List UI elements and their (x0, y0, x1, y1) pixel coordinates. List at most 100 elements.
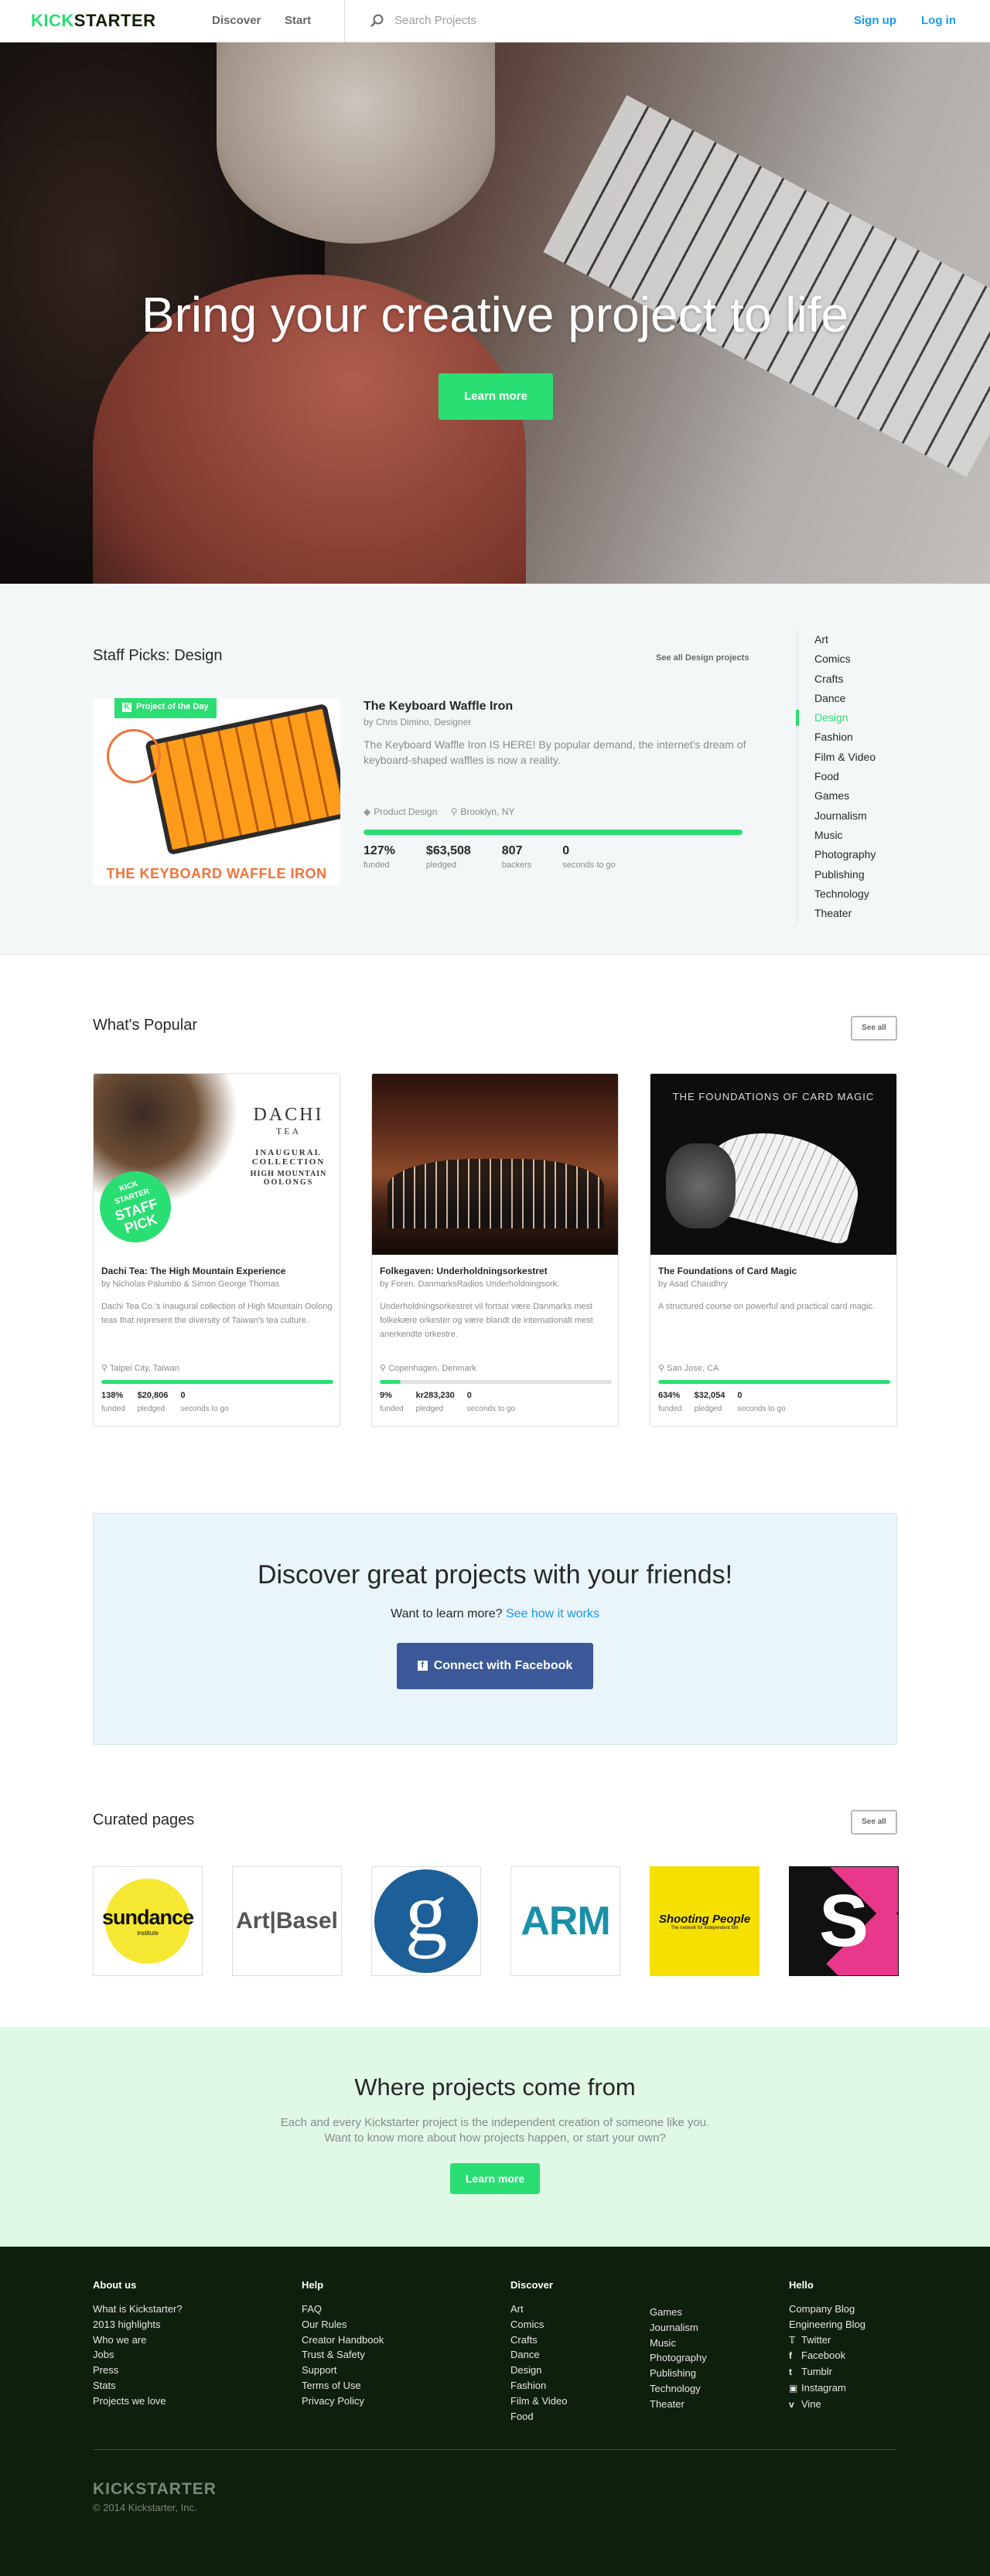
footer-link[interactable]: Projects we love (93, 2394, 183, 2409)
category-item[interactable]: Fashion (814, 727, 928, 747)
category-item[interactable]: Food (814, 767, 928, 786)
footer-link[interactable]: Publishing (650, 2366, 707, 2381)
footer-link[interactable]: Art (510, 2302, 567, 2317)
project-thumbnail[interactable] (372, 1074, 618, 1255)
login-link[interactable]: Log in (921, 14, 956, 27)
category-item[interactable]: Art (814, 630, 928, 649)
hero-learn-more-button[interactable]: Learn more (439, 373, 553, 420)
category-item[interactable]: Design (796, 708, 928, 727)
stat-seconds-to-go: 0 seconds to go (737, 1391, 785, 1413)
card-creator: by Nicholas Palumbo & Simon George Thoma… (101, 1279, 280, 1289)
footer-link[interactable]: Crafts (510, 2332, 567, 2348)
search-icon[interactable] (370, 13, 385, 29)
footer-link[interactable]: Journalism (650, 2320, 707, 2336)
footer-link[interactable]: Photography (650, 2350, 707, 2366)
category-item[interactable]: Comics (814, 649, 928, 669)
where-learn-more-button[interactable]: Learn more (450, 2163, 540, 2194)
footer-link[interactable]: Theater (650, 2397, 707, 2412)
card-title[interactable]: Dachi Tea: The High Mountain Experience (101, 1266, 285, 1276)
project-card[interactable]: DACHI TEA INAUGURAL COLLECTION HIGH MOUN… (93, 1073, 340, 1427)
featured-project-image[interactable]: THE KEYBOARD WAFFLE IRON (93, 698, 340, 885)
curated-see-all-button[interactable]: See all (851, 1810, 897, 1835)
project-card[interactable]: THE FOUNDATIONS OF CARD MAGIC The Founda… (650, 1073, 897, 1427)
card-location[interactable]: ⚲ San Jose, CA (658, 1363, 719, 1373)
category-item[interactable]: Crafts (814, 670, 928, 689)
footer-link[interactable]: 2013 highlights (93, 2317, 183, 2332)
curated-tile-arm[interactable]: ARM (510, 1866, 620, 1976)
stat-value: 0 (737, 1391, 742, 1400)
project-thumbnail[interactable]: DACHI TEA INAUGURAL COLLECTION HIGH MOUN… (94, 1074, 340, 1255)
footer-social-link[interactable]: t Tumblr (789, 2364, 865, 2380)
staff-picks-section: Staff Picks: Design See all Design proje… (0, 584, 990, 955)
footer-link[interactable]: Who we are (93, 2332, 183, 2348)
see-how-it-works-link[interactable]: See how it works (506, 1607, 599, 1620)
footer-link[interactable]: Film & Video (510, 2394, 567, 2409)
curated-tile-s[interactable]: S (789, 1866, 899, 1976)
category-item[interactable]: Games (814, 786, 928, 806)
footer-help: Help FAQ Our Rules Creator Handbook Trust & … (302, 2279, 384, 2409)
signup-link[interactable]: Sign up (854, 14, 896, 27)
card-location[interactable]: ⚲ Taipei City, Taiwan (101, 1363, 179, 1373)
footer-link[interactable]: Our Rules (302, 2317, 384, 2332)
curated-tile-art-basel[interactable]: Art|Basel (232, 1866, 342, 1976)
footer-link[interactable]: Stats (93, 2378, 183, 2394)
kickstarter-logo[interactable]: KICKSTARTER (31, 11, 156, 31)
see-all-design-link[interactable]: See all Design projects (656, 653, 749, 663)
footer-link[interactable]: Food (510, 2409, 567, 2424)
stat-value: $20,806 (137, 1391, 169, 1400)
footer-link[interactable]: Support (302, 2363, 384, 2378)
footer-link[interactable]: Games (650, 2305, 707, 2320)
project-card[interactable]: Folkegaven: Underholdningsorkestret by F… (371, 1073, 619, 1427)
card-title[interactable]: Folkegaven: Underholdningsorkestret (380, 1266, 548, 1276)
stat-label: pledged (694, 1405, 722, 1413)
footer-link[interactable]: Jobs (93, 2347, 183, 2363)
category-item[interactable]: Photography (814, 845, 928, 864)
footer-social-link[interactable]: ▣ Instagram (789, 2380, 865, 2397)
footer-social-link[interactable]: v Vine (789, 2397, 865, 2413)
footer-link[interactable]: Design (510, 2363, 567, 2378)
project-thumbnail[interactable]: THE FOUNDATIONS OF CARD MAGIC (650, 1074, 896, 1255)
footer-logo[interactable]: KICKSTARTER (93, 2480, 217, 2499)
footer-social-link[interactable]: 𝕋 Twitter (789, 2332, 865, 2349)
footer-link[interactable]: FAQ (302, 2302, 384, 2317)
discover-friends-panel: Discover great projects with your friend… (93, 1513, 897, 1745)
featured-project-title[interactable]: The Keyboard Waffle Iron (364, 700, 513, 714)
category-item[interactable]: Dance (814, 689, 928, 708)
footer-link[interactable]: What is Kickstarter? (93, 2302, 183, 2317)
stat-funded: 9% funded (380, 1391, 404, 1413)
popular-see-all-button[interactable]: See all (851, 1016, 897, 1041)
footer-link[interactable]: Technology (650, 2381, 707, 2397)
category-item[interactable]: Publishing (814, 865, 928, 884)
category-item[interactable]: Technology (814, 884, 928, 904)
search-input[interactable]: Search Projects (394, 14, 476, 27)
footer-social-link[interactable]: Engineering Blog (789, 2317, 865, 2332)
curated-tile-guardian[interactable]: g (371, 1866, 481, 1976)
card-location[interactable]: ⚲ Copenhagen, Denmark (380, 1363, 476, 1373)
footer-link[interactable]: Privacy Policy (302, 2394, 384, 2409)
nav-start[interactable]: Start (285, 14, 311, 27)
footer-link[interactable]: Comics (510, 2317, 567, 2332)
footer-link[interactable]: Trust & Safety (302, 2347, 384, 2363)
category-link[interactable]: Product Design (374, 806, 437, 817)
footer-link[interactable]: Dance (510, 2347, 567, 2363)
footer-social-link[interactable]: Company Blog (789, 2302, 865, 2317)
nav-discover[interactable]: Discover (212, 14, 261, 27)
footer-social-link[interactable]: f Facebook (789, 2348, 865, 2364)
guardian-logo: g (374, 1869, 478, 1973)
curated-tile-sundance[interactable]: sundance institute (93, 1866, 203, 1976)
footer-divider (93, 2449, 897, 2450)
footer-link[interactable]: Music (650, 2336, 707, 2351)
footer-link[interactable]: Terms of Use (302, 2378, 384, 2394)
curated-tile-shooting-people[interactable]: Shooting People The network for independ… (650, 1866, 760, 1976)
footer-link[interactable]: Creator Handbook (302, 2332, 384, 2348)
footer-link[interactable]: Press (93, 2363, 183, 2378)
category-item[interactable]: Film & Video (814, 748, 928, 767)
card-title[interactable]: The Foundations of Card Magic (658, 1266, 797, 1276)
connect-facebook-button[interactable]: f Connect with Facebook (397, 1643, 593, 1689)
location-link[interactable]: Brooklyn, NY (460, 806, 514, 817)
category-item[interactable]: Theater (814, 904, 928, 923)
category-item[interactable]: Journalism (814, 806, 928, 826)
stat-value: 127% (364, 844, 395, 857)
category-item[interactable]: Music (814, 826, 928, 845)
footer-link[interactable]: Fashion (510, 2378, 567, 2394)
